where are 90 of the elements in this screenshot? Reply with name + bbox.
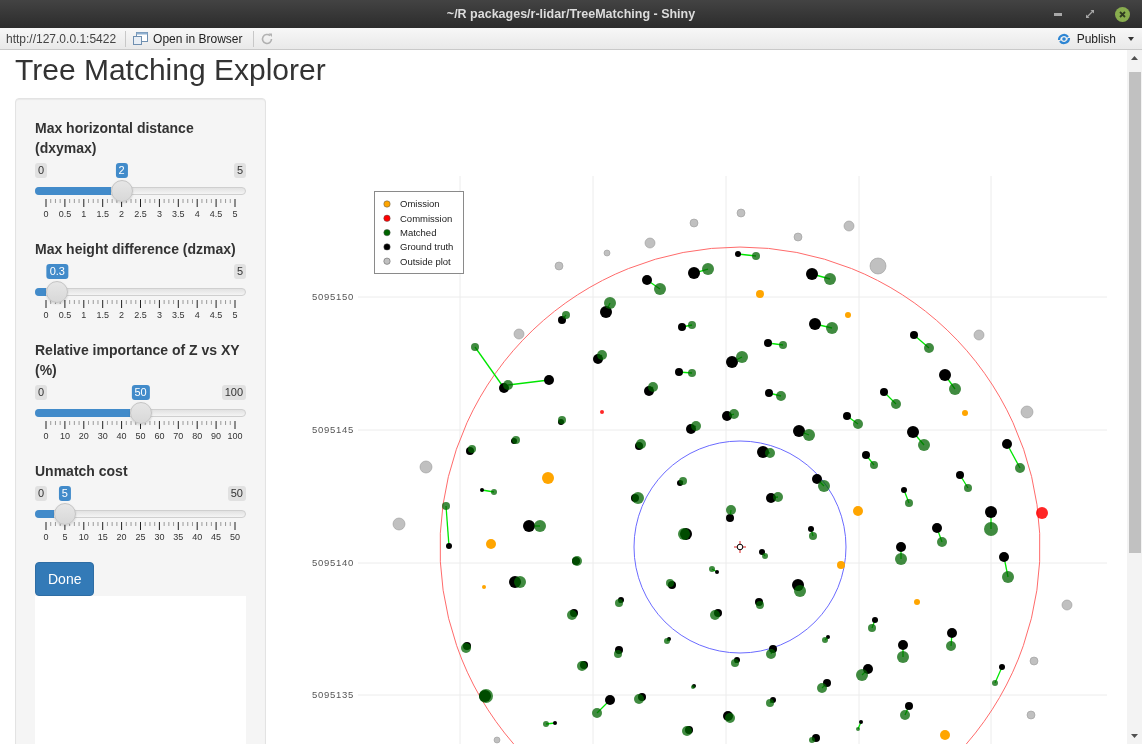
slider-tick-label: 10	[59, 431, 70, 442]
slider-tick-label: 0	[43, 532, 49, 543]
slider-value-label: 2	[115, 163, 128, 178]
slider-track[interactable]	[35, 402, 246, 424]
slider-tick-label: 3.5	[172, 209, 185, 220]
slider-handle[interactable]	[53, 503, 76, 525]
slider-handle[interactable]	[46, 281, 69, 303]
slider-value-label: 5	[58, 486, 71, 501]
slider-max-label: 5	[233, 264, 246, 279]
slider-tick-label: 0	[43, 209, 49, 220]
slider-max-label: 5	[233, 163, 246, 178]
slider-tick-label: 0.5	[58, 310, 72, 321]
slider-label: Relative importance of Z vs XY (%)	[35, 341, 241, 380]
page-title: Tree Matching Explorer	[15, 53, 327, 86]
slider-tick-label: 5	[232, 209, 238, 220]
slider-label: Max horizontal distance (dxymax)	[35, 119, 195, 158]
publish-icon	[1055, 31, 1072, 46]
legend-label: Omission	[400, 198, 440, 210]
slider-tick-label: 30	[97, 431, 108, 442]
slider-tick-label: 1.5	[96, 310, 109, 321]
publish-button[interactable]: Publish	[1055, 31, 1116, 46]
slider-tick-label: 2.5	[134, 209, 147, 220]
slider-tick-label: 35	[173, 532, 184, 543]
slider-tick-label: 100	[227, 431, 243, 442]
browser-window-icon	[133, 32, 149, 45]
slider-tick-label: 4.5	[209, 209, 223, 220]
slider-tick-label: 15	[97, 532, 108, 543]
slider-tick-label: 2	[119, 310, 125, 321]
slider-tick-label: 5	[232, 310, 238, 321]
slider-tick-label: 50	[135, 431, 146, 442]
slider-handle[interactable]	[110, 180, 133, 202]
minimize-icon[interactable]	[1054, 12, 1062, 16]
slider-tick-label: 4.5	[209, 310, 223, 321]
legend-label: Ground truth	[400, 241, 454, 253]
url-label: http://127.0.0.1:5422	[6, 31, 117, 46]
legend-label: Outside plot	[400, 255, 451, 267]
slider-handle[interactable]	[129, 402, 152, 424]
slider-tick-label: 70	[173, 431, 184, 442]
slider-min-label: 0	[35, 486, 48, 501]
slider-label: Unmatch cost	[35, 462, 129, 481]
slider-tick-label: 90	[211, 431, 222, 442]
slider-tick-label: 2	[119, 209, 125, 220]
slider-tick-label: 20	[116, 532, 127, 543]
maximize-icon[interactable]	[1086, 10, 1094, 18]
slider-tick-label: 4	[194, 310, 200, 321]
open-in-browser-button[interactable]: Open in Browser	[133, 31, 243, 46]
y-axis-label: 5095150	[312, 291, 354, 302]
slider-tick-label: 25	[135, 532, 146, 543]
slider-tick-label: 5	[62, 532, 68, 543]
slider-tick-label: 50	[230, 532, 240, 543]
slider-tick-label: 10	[78, 532, 89, 543]
slider-tick-label: 1	[81, 209, 87, 220]
slider-tick-label: 45	[211, 532, 222, 543]
scrollbar-thumb[interactable]	[1129, 72, 1141, 553]
caret-icon[interactable]	[1128, 36, 1134, 41]
slider-track[interactable]	[35, 180, 246, 202]
window-title: ~/R packages/r-lidar/TreeMatching - Shiny	[446, 7, 696, 21]
slider-tick-label: 60	[154, 431, 165, 442]
slider-label: Max height difference (dzmax)	[35, 240, 237, 259]
y-axis-label: 5095135	[312, 689, 354, 700]
slider-tick-label: 0.5	[58, 209, 72, 220]
slider-max-label: 100	[221, 385, 246, 400]
slider-value-label: 50	[131, 385, 150, 400]
slider-tick-label: 30	[154, 532, 165, 543]
slider-tick-label: 1.5	[96, 209, 109, 220]
slider-value-label: 0.3	[46, 264, 68, 279]
slider-tick-label: 3	[156, 310, 162, 321]
slider-tick-label: 2.5	[134, 310, 147, 321]
slider-tick-label: 80	[192, 431, 203, 442]
slider-tick-label: 40	[116, 431, 127, 442]
slider-tick-label: 0	[43, 431, 49, 442]
slider-track[interactable]	[35, 503, 246, 525]
slider-max-label: 50	[227, 486, 246, 501]
slider-min-label: 0	[35, 385, 48, 400]
legend-label: Commission	[400, 212, 453, 224]
y-axis-label: 5095140	[312, 557, 354, 568]
slider-tick-label: 3.5	[172, 310, 185, 321]
slider-min-label: 0	[35, 163, 48, 178]
slider-tick-label: 1	[81, 310, 87, 321]
slider-tick-label: 0	[43, 310, 49, 321]
close-icon[interactable]	[1115, 6, 1130, 22]
y-axis-label: 5095145	[312, 424, 354, 435]
slider-tick-label: 40	[192, 532, 203, 543]
slider-track[interactable]	[35, 281, 246, 303]
plot-center-icon	[733, 540, 747, 554]
slider-tick-label: 3	[156, 209, 162, 220]
slider-tick-label: 20	[78, 431, 89, 442]
slider-tick-label: 4	[194, 209, 200, 220]
done-button[interactable]: Done	[35, 562, 95, 596]
legend-label: Matched	[400, 226, 437, 238]
